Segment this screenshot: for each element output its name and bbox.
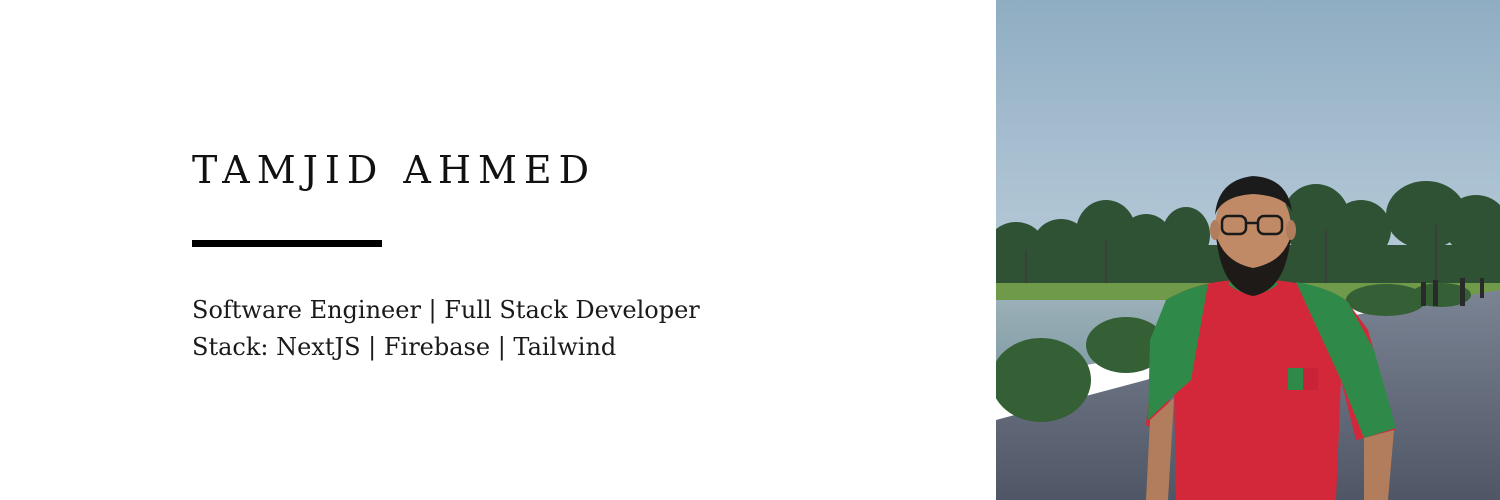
stack-tagline: Stack: NextJS | Firebase | Tailwind xyxy=(192,333,617,361)
profile-name: TAMJID AHMED xyxy=(192,148,597,192)
profile-info-panel: TAMJID AHMED Software Engineer | Full St… xyxy=(0,0,996,500)
profile-photo xyxy=(996,0,1500,500)
role-tagline: Software Engineer | Full Stack Developer xyxy=(192,296,700,324)
shirt-crest xyxy=(1288,368,1318,390)
person-left-ear xyxy=(1210,220,1220,240)
name-divider xyxy=(192,240,382,247)
profile-photo-illustration xyxy=(996,0,1500,500)
person-right-ear xyxy=(1286,220,1296,240)
profile-banner: TAMJID AHMED Software Engineer | Full St… xyxy=(0,0,1500,500)
